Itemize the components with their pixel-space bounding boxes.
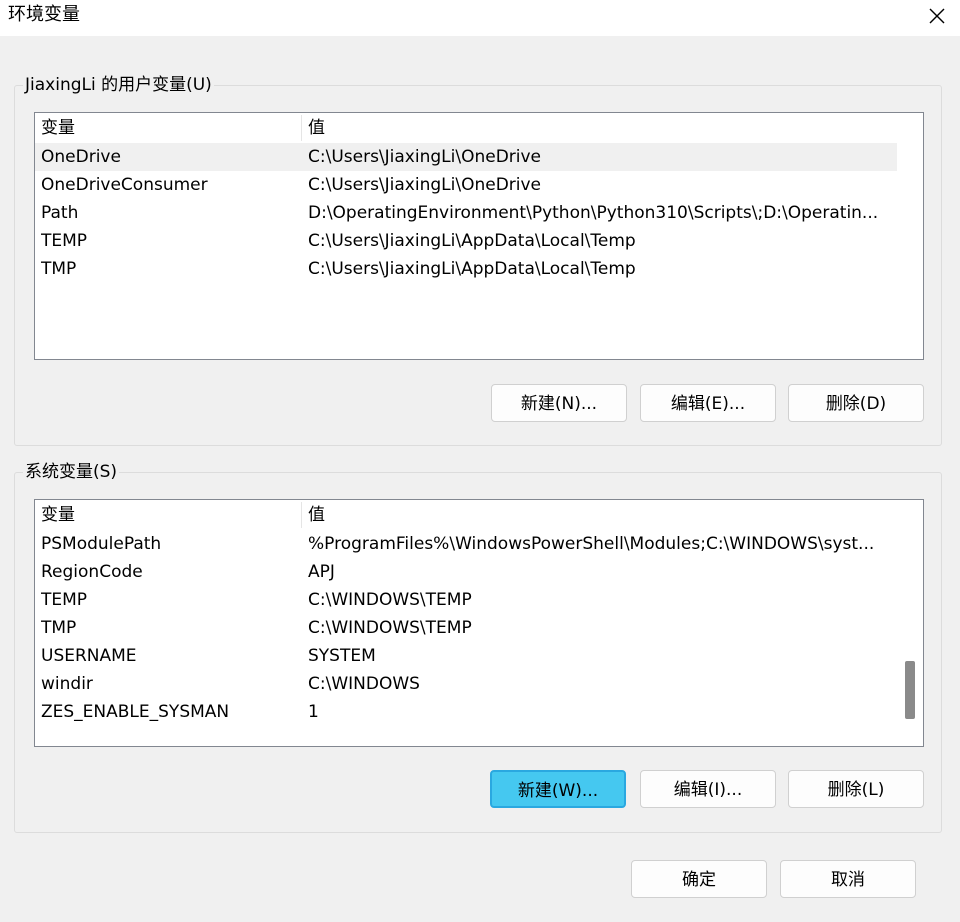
var-value: C:\Users\JiaxingLi\AppData\Local\Temp bbox=[308, 231, 636, 251]
var-value: C:\WINDOWS\TEMP bbox=[308, 618, 472, 638]
title-bar: 环境变量 bbox=[0, 0, 960, 36]
var-name: TMP bbox=[41, 618, 77, 638]
table-row[interactable]: TMP C:\WINDOWS\TEMP bbox=[35, 614, 897, 642]
close-button[interactable] bbox=[914, 0, 960, 32]
table-row[interactable]: Path D:\OperatingEnvironment\Python\Pyth… bbox=[35, 199, 897, 227]
user-variables-rows: OneDrive C:\Users\JiaxingLi\OneDrive One… bbox=[35, 143, 897, 283]
system-variables-legend: 系统变量(S) bbox=[23, 461, 120, 483]
system-variables-list[interactable]: 变量 值 PSModulePath %ProgramFiles%\Windows… bbox=[34, 499, 924, 747]
var-name: Path bbox=[41, 203, 79, 223]
user-new-button[interactable]: 新建(N)... bbox=[491, 384, 627, 422]
system-variables-rows: PSModulePath %ProgramFiles%\WindowsPower… bbox=[35, 530, 897, 726]
var-value: %ProgramFiles%\WindowsPowerShell\Modules… bbox=[308, 534, 875, 554]
window-title: 环境变量 bbox=[8, 4, 80, 25]
column-header-value[interactable]: 值 bbox=[308, 113, 325, 143]
var-value: C:\WINDOWS\TEMP bbox=[308, 590, 472, 610]
var-name: USERNAME bbox=[41, 646, 137, 666]
var-value: C:\Users\JiaxingLi\OneDrive bbox=[308, 175, 542, 195]
cancel-button[interactable]: 取消 bbox=[780, 860, 916, 898]
var-value: 1 bbox=[308, 702, 319, 722]
system-edit-button[interactable]: 编辑(I)... bbox=[640, 770, 776, 808]
table-row[interactable]: windir C:\WINDOWS bbox=[35, 670, 897, 698]
table-row[interactable]: TEMP C:\Users\JiaxingLi\AppData\Local\Te… bbox=[35, 227, 897, 255]
var-name: ZES_ENABLE_SYSMAN bbox=[41, 702, 230, 722]
var-name: TMP bbox=[41, 259, 77, 279]
user-variables-legend: JiaxingLi 的用户变量(U) bbox=[23, 74, 214, 96]
column-header-variable[interactable]: 变量 bbox=[41, 113, 75, 143]
column-header-variable[interactable]: 变量 bbox=[41, 500, 75, 530]
system-new-button[interactable]: 新建(W)... bbox=[490, 770, 626, 808]
scrollbar-thumb[interactable] bbox=[905, 661, 915, 719]
var-name: OneDrive bbox=[41, 147, 121, 167]
user-edit-button[interactable]: 编辑(E)... bbox=[640, 384, 776, 422]
table-row[interactable]: OneDriveConsumer C:\Users\JiaxingLi\OneD… bbox=[35, 171, 897, 199]
var-name: RegionCode bbox=[41, 562, 143, 582]
table-row[interactable]: ZES_ENABLE_SYSMAN 1 bbox=[35, 698, 897, 726]
list-header: 变量 值 bbox=[35, 113, 897, 143]
column-divider[interactable] bbox=[301, 115, 302, 141]
table-row[interactable]: USERNAME SYSTEM bbox=[35, 642, 897, 670]
var-value: C:\Users\JiaxingLi\OneDrive bbox=[308, 147, 542, 167]
var-value: D:\OperatingEnvironment\Python\Python310… bbox=[308, 203, 879, 223]
user-variables-list[interactable]: 变量 值 OneDrive C:\Users\JiaxingLi\OneDriv… bbox=[34, 112, 924, 360]
var-value: SYSTEM bbox=[308, 646, 376, 666]
var-name: TEMP bbox=[41, 231, 88, 251]
table-row[interactable]: TEMP C:\WINDOWS\TEMP bbox=[35, 586, 897, 614]
vertical-scrollbar[interactable] bbox=[897, 500, 923, 746]
var-name: PSModulePath bbox=[41, 534, 162, 554]
var-name: TEMP bbox=[41, 590, 88, 610]
list-header: 变量 值 bbox=[35, 500, 897, 530]
var-name: windir bbox=[41, 674, 93, 694]
close-icon bbox=[929, 8, 945, 24]
column-divider[interactable] bbox=[301, 502, 302, 528]
system-delete-button[interactable]: 删除(L) bbox=[788, 770, 924, 808]
table-row[interactable]: RegionCode APJ bbox=[35, 558, 897, 586]
table-row[interactable]: PSModulePath %ProgramFiles%\WindowsPower… bbox=[35, 530, 897, 558]
ok-button[interactable]: 确定 bbox=[631, 860, 767, 898]
table-row[interactable]: OneDrive C:\Users\JiaxingLi\OneDrive bbox=[35, 143, 897, 171]
var-value: C:\WINDOWS bbox=[308, 674, 420, 694]
var-value: APJ bbox=[308, 562, 335, 582]
user-delete-button[interactable]: 删除(D) bbox=[788, 384, 924, 422]
column-header-value[interactable]: 值 bbox=[308, 500, 325, 530]
var-name: OneDriveConsumer bbox=[41, 175, 208, 195]
table-row[interactable]: TMP C:\Users\JiaxingLi\AppData\Local\Tem… bbox=[35, 255, 897, 283]
var-value: C:\Users\JiaxingLi\AppData\Local\Temp bbox=[308, 259, 636, 279]
